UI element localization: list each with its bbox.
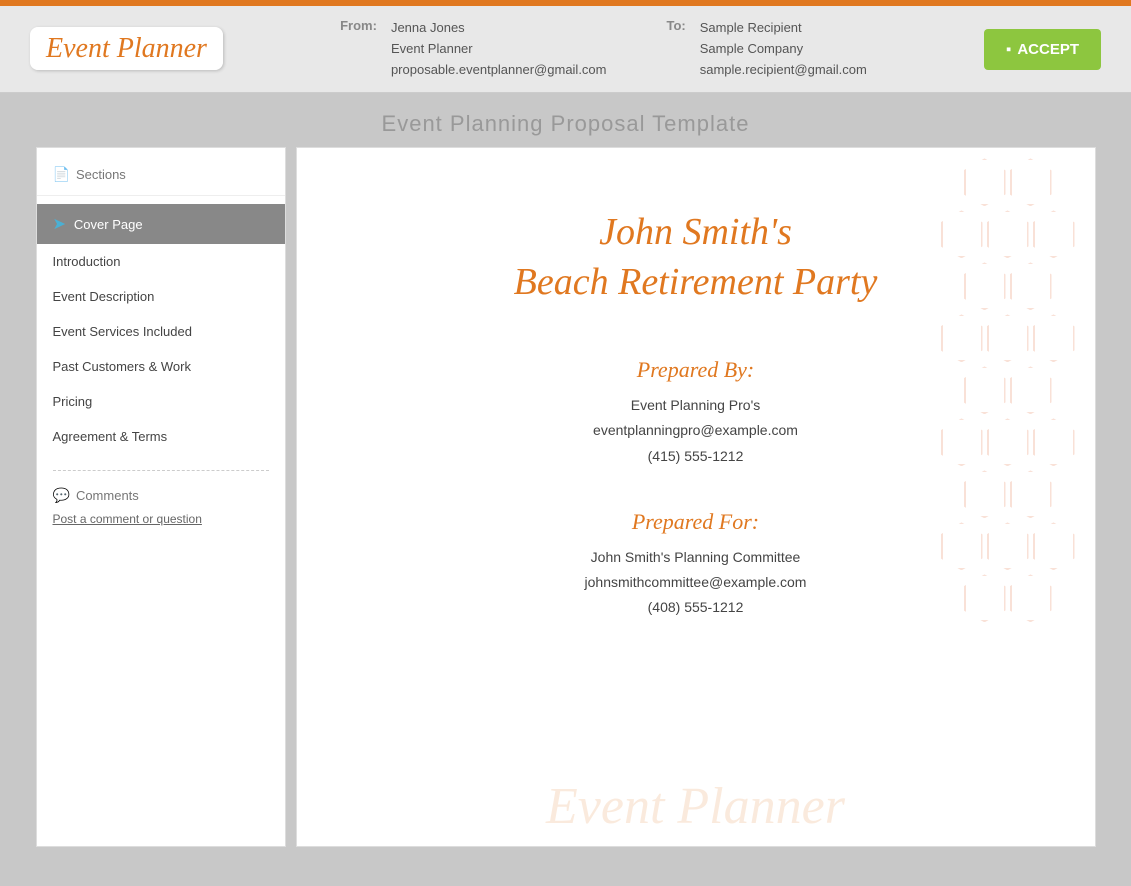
cover-title-line2: Beach Retirement Party xyxy=(357,258,1035,307)
document-area: John Smith's Beach Retirement Party Prep… xyxy=(296,147,1096,847)
document-icon: 📄 xyxy=(53,166,70,183)
comments-label: Comments xyxy=(76,488,139,503)
prepared-for-name: John Smith's Planning Committee xyxy=(357,545,1035,570)
sidebar-item-label: Cover Page xyxy=(74,217,143,232)
prepared-by-phone: (415) 555-1212 xyxy=(357,444,1035,469)
to-name: Sample Recipient xyxy=(700,18,867,39)
main-layout: 📄 Sections ➤ Cover Page Introduction Eve… xyxy=(16,147,1116,847)
prepared-for-info: John Smith's Planning Committee johnsmit… xyxy=(357,545,1035,621)
cover-title: John Smith's Beach Retirement Party xyxy=(357,208,1035,307)
prepared-by-email: eventplanningpro@example.com xyxy=(357,418,1035,443)
accept-button[interactable]: ACCEPT xyxy=(984,29,1101,70)
prepared-for-phone: (408) 555-1212 xyxy=(357,595,1035,620)
sidebar-item-past-customers[interactable]: Past Customers & Work xyxy=(37,349,285,384)
to-block: To: Sample Recipient Sample Company samp… xyxy=(667,18,867,80)
sidebar-item-event-description[interactable]: Event Description xyxy=(37,279,285,314)
prepared-by-label: Prepared By: xyxy=(357,357,1035,383)
header: Event Planner From: Jenna Jones Event Pl… xyxy=(0,6,1131,93)
sidebar-item-introduction[interactable]: Introduction xyxy=(37,244,285,279)
page-title: Event Planning Proposal Template xyxy=(0,93,1131,147)
cover-title-line1: John Smith's xyxy=(357,208,1035,257)
sidebar-item-cover-page[interactable]: ➤ Cover Page xyxy=(37,204,285,244)
prepared-by-section: Prepared By: Event Planning Pro's eventp… xyxy=(357,357,1035,469)
post-comment-link[interactable]: Post a comment or question xyxy=(53,512,202,526)
to-email: sample.recipient@gmail.com xyxy=(700,60,867,81)
comments-header: 💬 Comments xyxy=(53,487,269,504)
watermark-logo: Event Planner xyxy=(297,777,1095,846)
from-to-area: From: Jenna Jones Event Planner proposab… xyxy=(340,18,867,80)
active-arrow-icon: ➤ xyxy=(53,214,66,234)
sections-label: Sections xyxy=(76,167,126,182)
prepared-for-email: johnsmithcommittee@example.com xyxy=(357,570,1035,595)
logo-area: Event Planner xyxy=(30,33,223,65)
prepared-by-name: Event Planning Pro's xyxy=(357,393,1035,418)
to-label: To: xyxy=(667,18,686,80)
from-name: Jenna Jones xyxy=(391,18,607,39)
sidebar-divider xyxy=(53,470,269,471)
from-company: Event Planner xyxy=(391,39,607,60)
sidebar-item-agreement[interactable]: Agreement & Terms xyxy=(37,419,285,454)
prepared-for-section: Prepared For: John Smith's Planning Comm… xyxy=(357,509,1035,621)
to-info: Sample Recipient Sample Company sample.r… xyxy=(700,18,867,80)
from-block: From: Jenna Jones Event Planner proposab… xyxy=(340,18,606,80)
sidebar-item-event-services[interactable]: Event Services Included xyxy=(37,314,285,349)
comment-icon: 💬 xyxy=(53,487,70,504)
prepared-for-label: Prepared For: xyxy=(357,509,1035,535)
honeycomb-decoration xyxy=(941,158,1075,622)
from-label: From: xyxy=(340,18,377,80)
to-company: Sample Company xyxy=(700,39,867,60)
logo: Event Planner xyxy=(30,27,223,70)
comments-section: 💬 Comments Post a comment or question xyxy=(37,479,285,536)
prepared-by-info: Event Planning Pro's eventplanningpro@ex… xyxy=(357,393,1035,469)
sections-header: 📄 Sections xyxy=(37,158,285,196)
sidebar-nav: ➤ Cover Page Introduction Event Descript… xyxy=(37,196,285,462)
sidebar: 📄 Sections ➤ Cover Page Introduction Eve… xyxy=(36,147,286,847)
from-email: proposable.eventplanner@gmail.com xyxy=(391,60,607,81)
sidebar-item-pricing[interactable]: Pricing xyxy=(37,384,285,419)
from-info: Jenna Jones Event Planner proposable.eve… xyxy=(391,18,607,80)
